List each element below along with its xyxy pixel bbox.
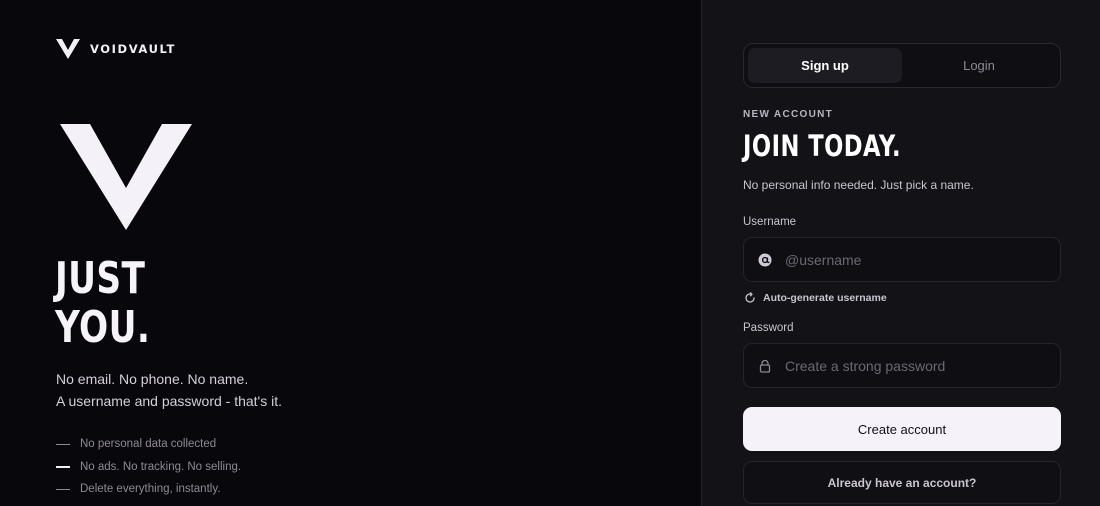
auth-tabs: Sign up Login [743,43,1061,88]
feature-item: No ads. No tracking. No selling. [56,456,241,479]
dash-icon [56,488,70,490]
dash-icon [56,466,70,468]
headline-line: YOU. [55,302,151,353]
lock-icon [759,359,771,373]
at-sign-icon [758,253,772,266]
tab-login[interactable]: Login [902,48,1056,83]
auth-panel: Sign up Login NEW ACCOUNT JOIN TODAY. No… [701,0,1100,506]
v-logo-icon [56,39,80,59]
feature-list: No personal data collected No ads. No tr… [56,433,241,501]
auto-generate-username-link[interactable]: Auto-generate username [744,292,887,304]
brand[interactable]: VOIDVAULT [56,39,176,59]
create-account-button[interactable]: Create account [743,407,1061,451]
auto-generate-label: Auto-generate username [763,292,887,304]
form-subtitle: No personal info needed. Just pick a nam… [743,178,974,192]
signup-page: VOIDVAULT JUST YOU. No email. No phone. … [0,0,1100,506]
brand-name: VOIDVAULT [90,42,176,56]
dash-icon [56,443,70,445]
password-field[interactable] [743,343,1061,388]
intro-line: A username and password - that's it. [56,393,283,409]
feature-text: No personal data collected [80,438,217,451]
form-title: JOIN TODAY. [743,129,902,163]
password-input[interactable] [785,357,1055,374]
form-eyebrow: NEW ACCOUNT [743,109,834,120]
feature-text: No ads. No tracking. No selling. [80,460,242,473]
feature-text: Delete everything, instantly. [80,483,221,496]
username-input[interactable] [785,251,1055,268]
password-label: Password [743,322,794,334]
headline-line: JUST [55,253,146,304]
refresh-icon [745,292,755,303]
feature-item: Delete everything, instantly. [56,478,241,501]
feature-item: No personal data collected [56,433,241,456]
tab-sign-up[interactable]: Sign up [748,48,902,83]
username-label: Username [743,216,797,228]
already-have-account-button[interactable]: Already have an account? [743,461,1061,504]
brand-panel: VOIDVAULT JUST YOU. No email. No phone. … [0,0,701,506]
hero-headline: JUST YOU. [55,254,150,352]
hero-intro: No email. No phone. No name. A username … [56,368,282,412]
intro-line: No email. No phone. No name. [56,371,249,387]
username-field[interactable] [743,237,1061,282]
large-v-mark-icon [60,124,192,230]
